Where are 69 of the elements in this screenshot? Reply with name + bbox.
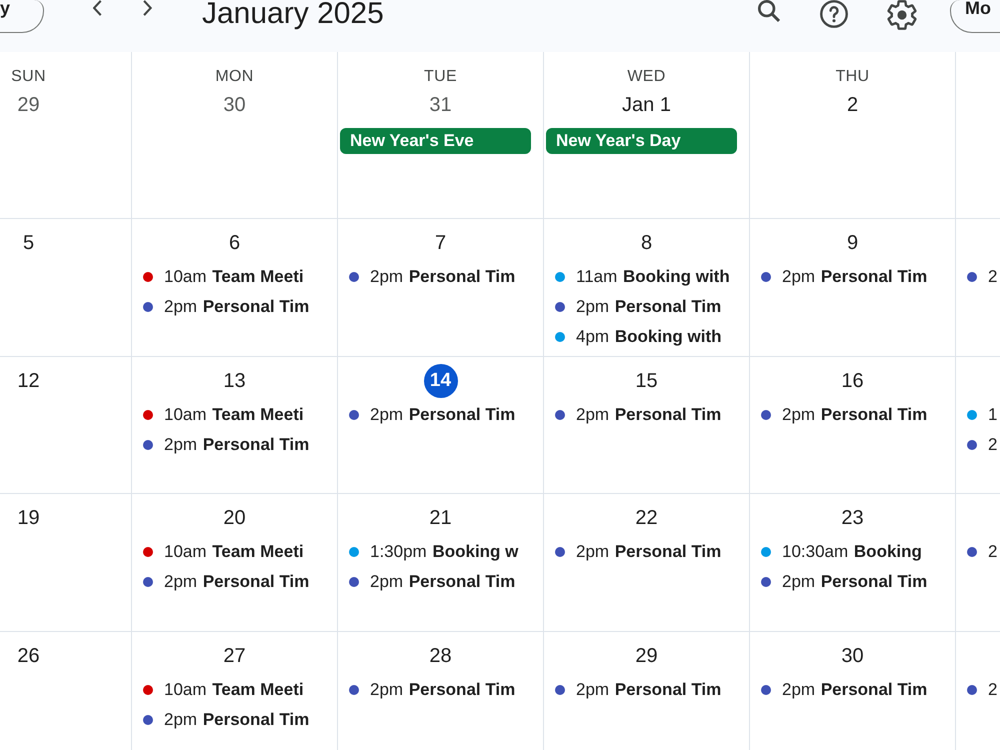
date-number[interactable]: Jan 1 xyxy=(618,88,675,122)
calendar-event[interactable]: 2 xyxy=(967,537,998,567)
date-number[interactable]: 30 xyxy=(836,639,870,673)
weekday-label: SUN xyxy=(11,67,46,87)
date-number[interactable]: 19 xyxy=(12,501,46,535)
calendar-event[interactable]: 2 xyxy=(967,675,998,705)
weekday-label: MON xyxy=(215,67,254,87)
calendar-event[interactable]: 2pm Personal Tim xyxy=(761,675,928,705)
weekday-label: TUE xyxy=(424,67,457,87)
date-number[interactable]: 16 xyxy=(836,364,870,398)
today-button[interactable]: y xyxy=(0,0,44,33)
weekday-label: THU xyxy=(836,67,870,87)
date-number[interactable]: 8 xyxy=(630,226,664,260)
calendar-event[interactable]: 2pm Personal Tim xyxy=(555,537,722,567)
date-number[interactable]: 9 xyxy=(836,226,870,260)
date-number[interactable]: 15 xyxy=(630,364,664,398)
date-number[interactable]: 7 xyxy=(424,226,458,260)
date-number[interactable]: 13 xyxy=(218,364,252,398)
calendar-event[interactable]: 10am Team Meeti xyxy=(143,400,304,430)
calendar-event[interactable]: 1:30pm Booking w xyxy=(349,537,518,567)
chevron-right-icon[interactable] xyxy=(143,0,152,16)
date-number[interactable]: 29 xyxy=(630,639,664,673)
date-number[interactable]: 12 xyxy=(12,364,46,398)
calendar-event[interactable]: 4pm Booking with xyxy=(555,322,722,352)
calendar-event[interactable]: 1 xyxy=(967,400,998,430)
month-title: January 2025 xyxy=(202,0,384,28)
date-number[interactable]: 27 xyxy=(218,639,252,673)
calendar-event[interactable]: 2 xyxy=(967,430,998,460)
calendar-event[interactable]: 2pm Personal Tim xyxy=(143,705,310,735)
calendar-event[interactable]: 2pm Personal Tim xyxy=(349,400,516,430)
calendar-event[interactable]: 11am Booking with xyxy=(555,262,730,292)
calendar-event[interactable]: 2 xyxy=(967,262,998,292)
calendar-event[interactable]: 2pm Personal Tim xyxy=(143,567,310,597)
date-number[interactable]: 23 xyxy=(836,501,870,535)
calendar-event[interactable]: 2pm Personal Tim xyxy=(555,675,722,705)
calendar-event[interactable]: 2pm Personal Tim xyxy=(349,262,516,292)
calendar-event[interactable]: 2pm Personal Tim xyxy=(143,430,310,460)
search-icon[interactable] xyxy=(758,0,780,22)
calendar-event[interactable]: 10am Team Meeti xyxy=(143,262,304,292)
date-number[interactable]: 2 xyxy=(836,88,870,122)
calendar-event[interactable]: 2pm Personal Tim xyxy=(761,567,928,597)
calendar-event[interactable]: 2pm Personal Tim xyxy=(761,262,928,292)
settings-icon[interactable] xyxy=(887,0,917,30)
calendar-event[interactable]: 2pm Personal Tim xyxy=(143,292,310,322)
date-number[interactable]: 6 xyxy=(218,226,252,260)
all-day-event[interactable]: New Year's Eve xyxy=(340,128,531,154)
calendar-event[interactable]: 2pm Personal Tim xyxy=(761,400,928,430)
calendar-event[interactable]: 10am Team Meeti xyxy=(143,675,304,705)
date-number[interactable]: 14 xyxy=(424,364,458,398)
view-button[interactable]: Mo xyxy=(950,0,1000,33)
calendar-event[interactable]: 2pm Personal Tim xyxy=(349,675,516,705)
calendar-event[interactable]: 2pm Personal Tim xyxy=(555,292,722,322)
date-number[interactable]: 30 xyxy=(218,88,252,122)
all-day-event[interactable]: New Year's Day xyxy=(546,128,737,154)
chevron-left-icon[interactable] xyxy=(93,0,102,16)
date-number[interactable]: 21 xyxy=(424,501,458,535)
weekday-label: WED xyxy=(627,67,666,87)
date-number[interactable]: 28 xyxy=(424,639,458,673)
date-number[interactable]: 31 xyxy=(424,88,458,122)
date-number[interactable]: 29 xyxy=(12,88,46,122)
date-number[interactable]: 26 xyxy=(12,639,46,673)
calendar-event[interactable]: 10:30am Booking xyxy=(761,537,922,567)
date-number[interactable]: 5 xyxy=(12,226,46,260)
calendar-event[interactable]: 2pm Personal Tim xyxy=(349,567,516,597)
calendar-event[interactable]: 10am Team Meeti xyxy=(143,537,304,567)
date-number[interactable]: 22 xyxy=(630,501,664,535)
help-icon[interactable] xyxy=(820,0,848,28)
date-number[interactable]: 20 xyxy=(218,501,252,535)
calendar-event[interactable]: 2pm Personal Tim xyxy=(555,400,722,430)
